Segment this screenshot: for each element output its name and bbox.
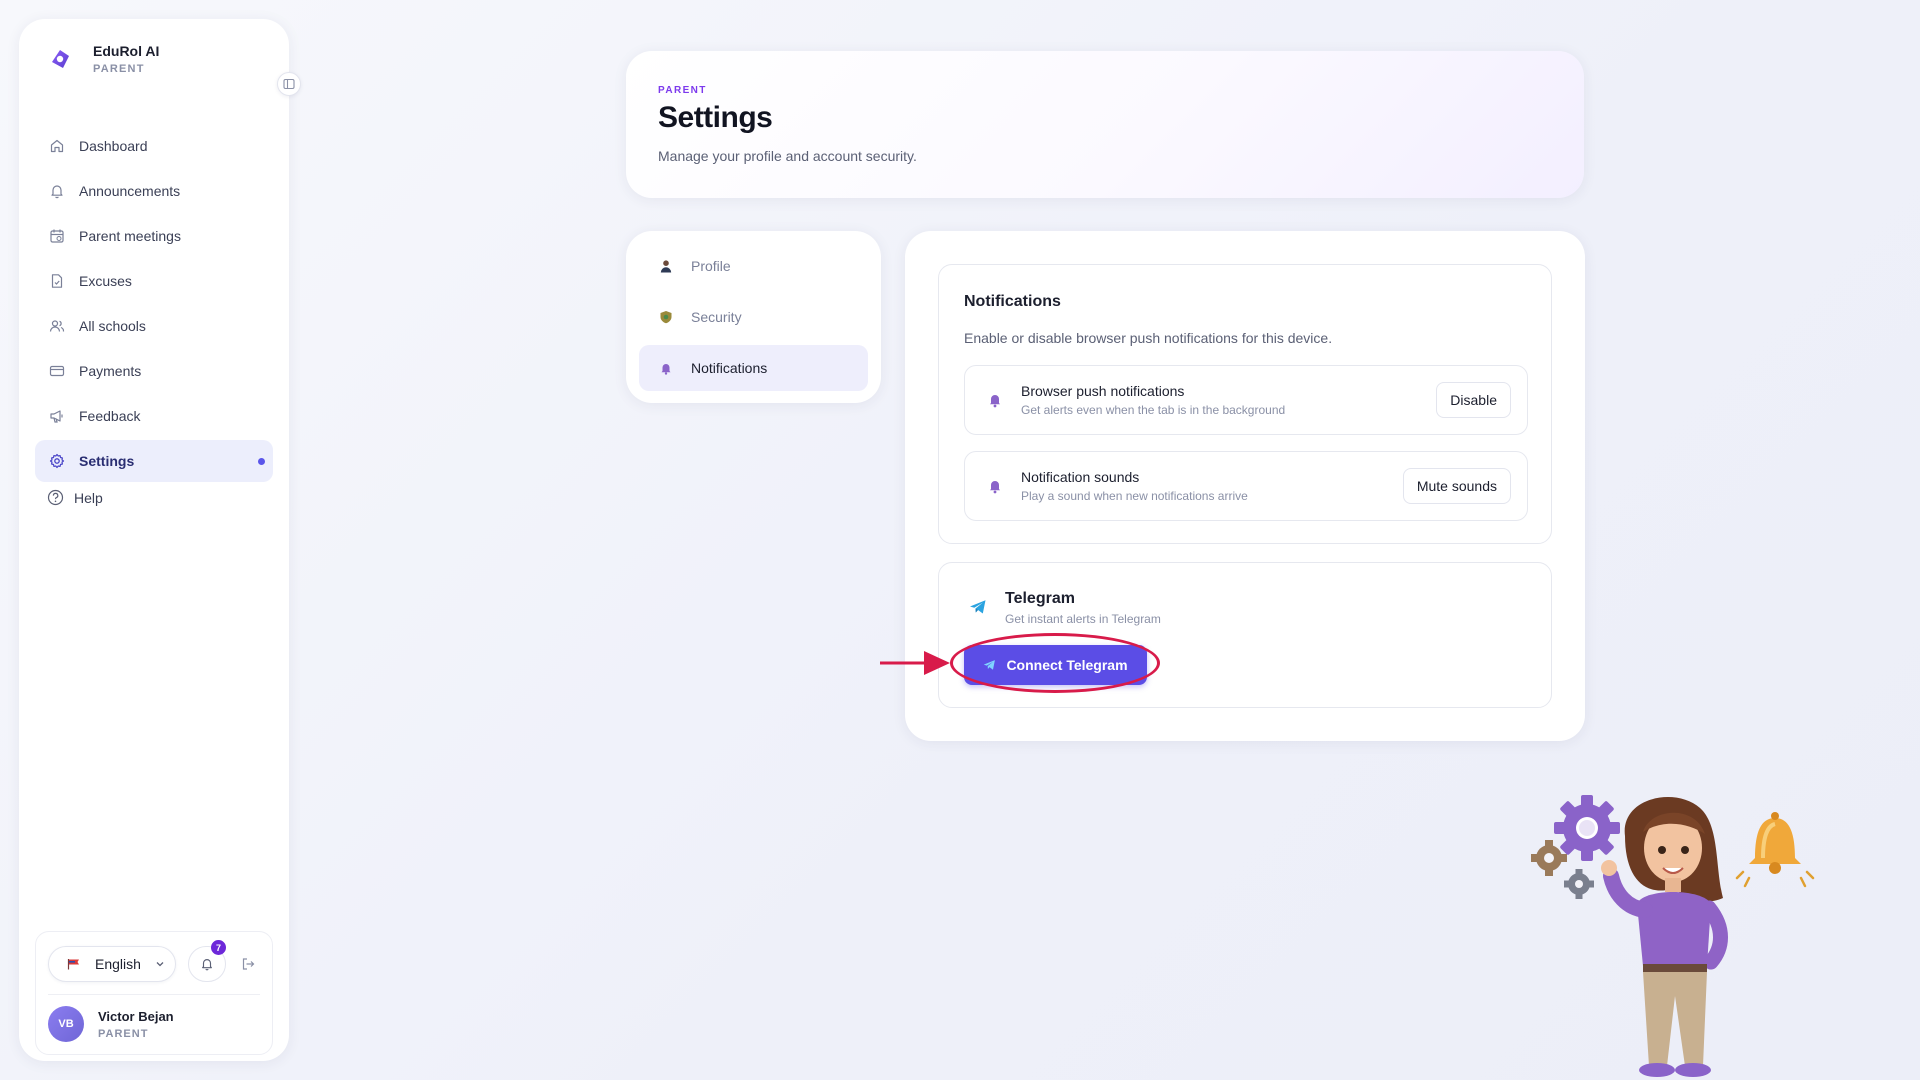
sidebar-item-all-schools[interactable]: All schools bbox=[35, 305, 273, 347]
page-subtitle: Manage your profile and account security… bbox=[658, 148, 917, 164]
collapse-sidebar-button[interactable] bbox=[277, 72, 301, 96]
notifications-button[interactable]: 7 bbox=[188, 940, 226, 982]
tab-profile[interactable]: Profile bbox=[639, 243, 868, 289]
help-label: Help bbox=[74, 489, 103, 506]
tab-notifications[interactable]: Notifications bbox=[639, 345, 868, 391]
sidebar-item-label: Dashboard bbox=[79, 138, 148, 154]
notifications-section: Notifications Enable or disable browser … bbox=[938, 264, 1552, 544]
document-icon bbox=[51, 274, 63, 288]
person-icon bbox=[660, 260, 672, 273]
chevron-down-icon bbox=[156, 962, 164, 967]
user-profile[interactable]: VB Victor Bejan PARENT bbox=[48, 1006, 174, 1042]
browser-push-row: Browser push notifications Get alerts ev… bbox=[964, 365, 1528, 435]
bell-icon bbox=[661, 364, 671, 375]
sidebar-item-feedback[interactable]: Feedback bbox=[35, 395, 273, 437]
mute-sounds-button[interactable]: Mute sounds bbox=[1402, 468, 1511, 504]
logout-icon bbox=[242, 958, 255, 970]
brand-role: PARENT bbox=[93, 63, 145, 75]
active-indicator bbox=[258, 458, 265, 465]
settings-tabs: Profile Security Notifications bbox=[626, 231, 881, 403]
logout-button[interactable] bbox=[238, 954, 258, 974]
telegram-subtitle: Get instant alerts in Telegram bbox=[1005, 612, 1161, 626]
bell-icon bbox=[990, 395, 1000, 408]
help-link[interactable]: Help bbox=[47, 489, 103, 506]
logo-icon bbox=[45, 44, 75, 74]
language-label: English bbox=[95, 956, 141, 972]
sidebar-footer: English 7 VB Victor Bejan PARENT bbox=[35, 931, 273, 1055]
bell-icon bbox=[1735, 812, 1815, 888]
bell-icon bbox=[990, 481, 1000, 494]
language-selector[interactable]: English bbox=[48, 946, 176, 982]
help-icon bbox=[47, 489, 64, 506]
shield-icon bbox=[660, 311, 672, 324]
section-title: Notifications bbox=[964, 293, 1061, 310]
sidebar-item-parent-meetings[interactable]: Parent meetings bbox=[35, 215, 273, 257]
notification-sounds-row: Notification sounds Play a sound when ne… bbox=[964, 451, 1528, 521]
sidebar-item-settings[interactable]: Settings bbox=[35, 440, 273, 482]
bell-icon bbox=[202, 959, 212, 971]
divider bbox=[48, 994, 260, 995]
brand-name: EduRol AI bbox=[93, 43, 160, 59]
user-role: PARENT bbox=[98, 1027, 149, 1040]
calendar-icon bbox=[50, 229, 64, 243]
sidebar-nav: Dashboard Announcements Parent meetings … bbox=[35, 125, 273, 485]
telegram-icon bbox=[970, 600, 986, 614]
card-icon bbox=[49, 365, 65, 377]
users-icon bbox=[49, 320, 65, 332]
sidebar-item-announcements[interactable]: Announcements bbox=[35, 170, 273, 212]
sidebar-item-label: Parent meetings bbox=[79, 228, 181, 244]
page-eyebrow: PARENT bbox=[658, 85, 707, 96]
page-title: Settings bbox=[658, 101, 773, 134]
bell-icon bbox=[51, 185, 63, 199]
row-title: Notification sounds bbox=[1021, 469, 1140, 485]
tab-security[interactable]: Security bbox=[639, 294, 868, 340]
user-name: Victor Bejan bbox=[98, 1008, 174, 1024]
flag-icon bbox=[67, 959, 79, 970]
section-description: Enable or disable browser push notificat… bbox=[964, 330, 1333, 346]
home-icon bbox=[50, 139, 64, 153]
sidebar-item-label: Payments bbox=[79, 363, 142, 379]
row-subtitle: Play a sound when new notifications arri… bbox=[1021, 489, 1248, 503]
grey-gear-icon bbox=[1564, 869, 1594, 899]
telegram-title: Telegram bbox=[1005, 590, 1075, 607]
sidebar-item-label: Announcements bbox=[79, 183, 181, 199]
sidebar-item-label: Excuses bbox=[79, 273, 132, 289]
page-header: PARENT Settings Manage your profile and … bbox=[626, 51, 1584, 198]
row-title: Browser push notifications bbox=[1021, 383, 1185, 399]
large-gear-icon bbox=[1554, 795, 1620, 861]
annotation-highlight bbox=[950, 633, 1160, 693]
notification-count-badge: 7 bbox=[211, 940, 226, 955]
sidebar-item-payments[interactable]: Payments bbox=[35, 350, 273, 392]
tab-label: Security bbox=[691, 309, 742, 325]
sidebar-item-dashboard[interactable]: Dashboard bbox=[35, 125, 273, 167]
mascot-illustration bbox=[1531, 795, 1815, 1077]
avatar: VB bbox=[48, 1006, 84, 1042]
disable-push-button[interactable]: Disable bbox=[1436, 382, 1511, 418]
row-subtitle: Get alerts even when the tab is in the b… bbox=[1021, 403, 1286, 417]
brand[interactable]: EduRol AI PARENT bbox=[45, 43, 159, 75]
sidebar-item-label: Settings bbox=[79, 453, 135, 469]
tab-label: Notifications bbox=[691, 360, 768, 376]
sidebar-item-label: All schools bbox=[79, 318, 146, 334]
sidebar-toggle-icon bbox=[283, 78, 295, 90]
gear-icon bbox=[49, 453, 65, 469]
annotation-arrow-icon bbox=[880, 651, 950, 675]
tab-label: Profile bbox=[691, 258, 731, 274]
megaphone-icon bbox=[50, 410, 63, 423]
sidebar-item-excuses[interactable]: Excuses bbox=[35, 260, 273, 302]
sidebar-item-label: Feedback bbox=[79, 408, 141, 424]
sidebar: EduRol AI PARENT Dashboard Announcements… bbox=[19, 19, 301, 1061]
